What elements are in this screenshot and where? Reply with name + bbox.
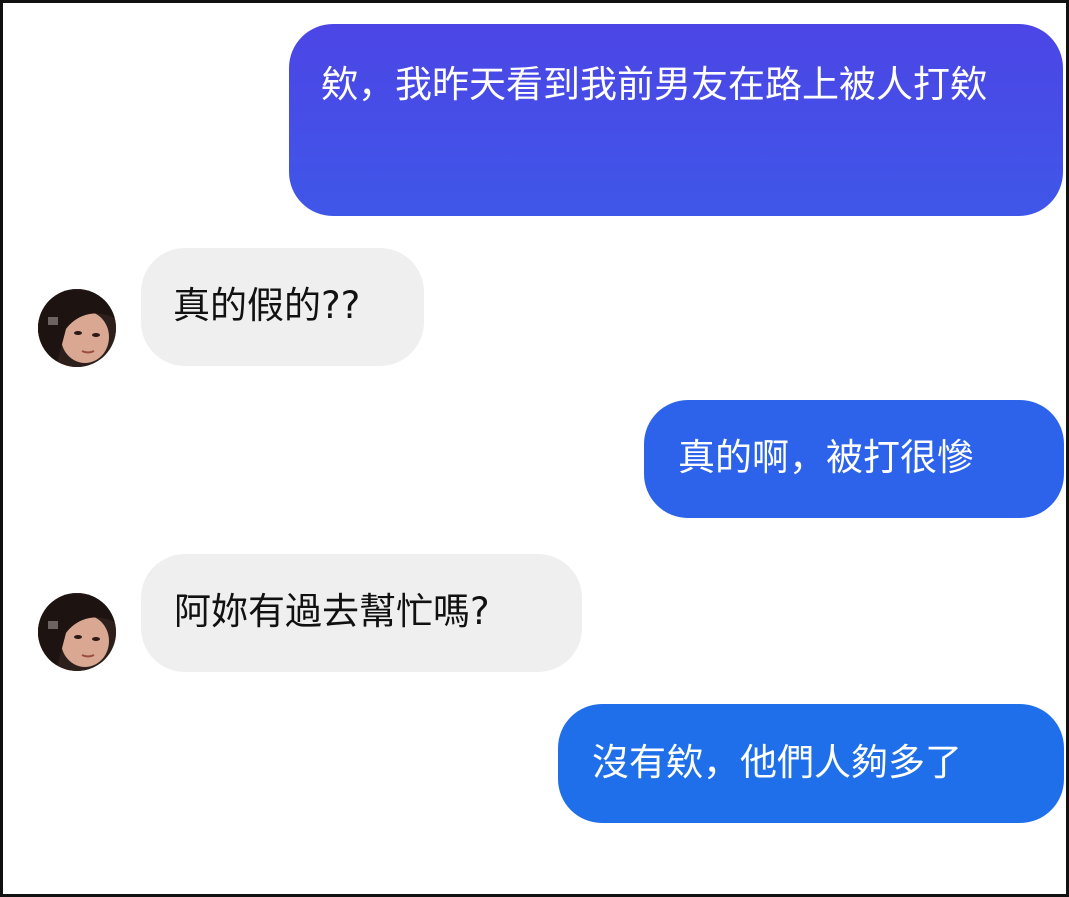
sent-message-bubble[interactable]: 沒有欸，他們人夠多了 (558, 704, 1064, 823)
message-text: 沒有欸，他們人夠多了 (592, 741, 962, 784)
sent-message-bubble[interactable]: 真的啊，被打很慘 (644, 400, 1064, 518)
received-message-bubble[interactable]: 真的假的?? (141, 248, 424, 366)
avatar-photo-icon (38, 593, 116, 671)
avatar-photo-icon (38, 289, 116, 367)
chat-screenshot: 欸，我昨天看到我前男友在路上被人打欸 真的假的?? 真的啊，被打很慘 阿妳有過去… (0, 0, 1069, 897)
sent-message-bubble[interactable]: 欸，我昨天看到我前男友在路上被人打欸 (289, 24, 1063, 216)
message-text: 真的假的?? (173, 284, 361, 327)
message-text: 欸，我昨天看到我前男友在路上被人打欸 (321, 63, 987, 106)
contact-avatar-icon[interactable] (38, 289, 116, 367)
contact-avatar-icon[interactable] (38, 593, 116, 671)
message-text: 真的啊，被打很慘 (678, 436, 974, 479)
received-message-bubble[interactable]: 阿妳有過去幫忙嗎? (141, 554, 582, 672)
message-text: 阿妳有過去幫忙嗎? (174, 590, 490, 633)
